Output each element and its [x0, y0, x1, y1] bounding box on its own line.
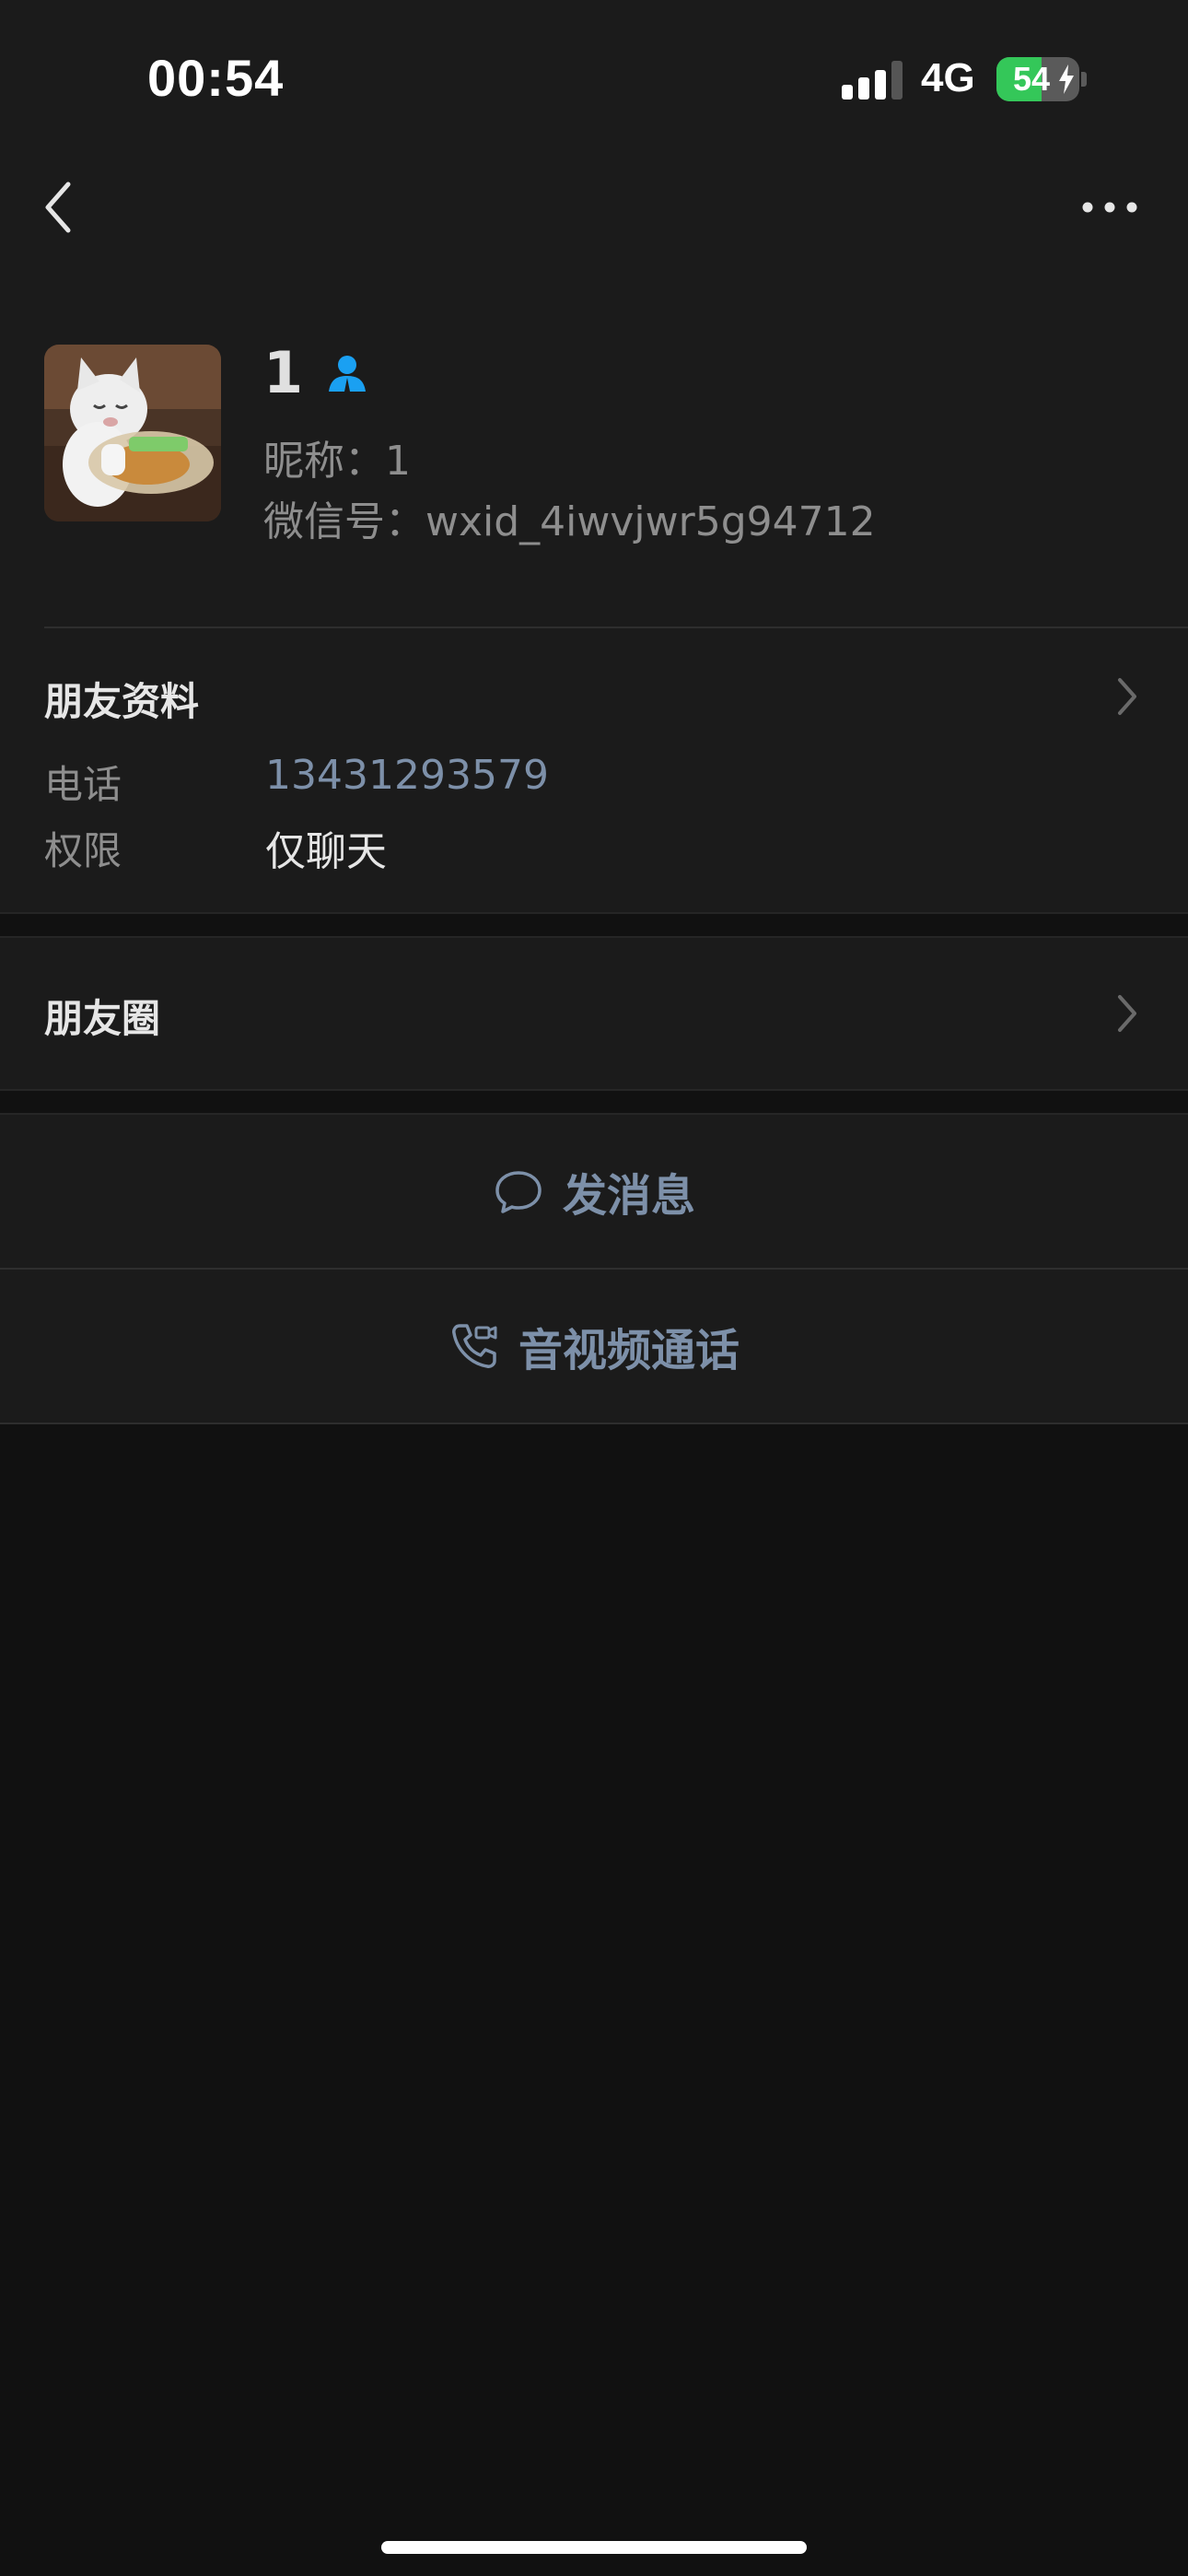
chevron-right-icon — [1118, 995, 1136, 1032]
section-gap — [0, 1089, 1188, 1115]
profile-name: 1 — [263, 339, 304, 406]
moments-row[interactable]: 朋友圈 — [0, 938, 1188, 1089]
permission-value: 仅聊天 — [265, 828, 387, 875]
phone-value[interactable]: 13431293579 — [265, 752, 549, 799]
network-type: 4G — [921, 55, 975, 100]
person-icon — [329, 355, 367, 392]
status-time: 00:54 — [147, 49, 285, 107]
profile-wechat-id: 微信号：wxid_4iwvjwr5g94712 — [263, 498, 876, 545]
more-options-button[interactable] — [1077, 184, 1142, 230]
avatar[interactable] — [44, 345, 221, 521]
chevron-right-icon — [1118, 678, 1136, 715]
avatar-image — [44, 345, 221, 521]
chevron-left-icon — [45, 181, 71, 233]
battery-nub — [1081, 72, 1087, 87]
send-message-button[interactable]: 发消息 — [0, 1115, 1188, 1268]
profile-name-row: 1 — [263, 339, 369, 406]
phone-video-icon — [452, 1324, 497, 1368]
voice-video-call-button[interactable]: 音视频通话 — [0, 1270, 1188, 1423]
battery-percent: 54 — [1012, 60, 1051, 98]
permission-label: 权限 — [44, 828, 122, 873]
charging-bolt-icon — [1059, 64, 1074, 94]
profile-nickname: 昵称：1 — [263, 438, 411, 485]
chat-bubble-icon — [495, 1171, 542, 1213]
battery-icon: 54 — [996, 57, 1079, 101]
send-message-label: 发消息 — [562, 1170, 695, 1222]
home-indicator[interactable] — [381, 2541, 807, 2554]
section-gap — [0, 912, 1188, 938]
ellipsis-icon — [1082, 202, 1137, 213]
phone-label: 电话 — [44, 762, 122, 807]
divider — [44, 626, 1188, 628]
signal-strength-icon — [842, 61, 906, 100]
voice-video-call-label: 音视频通话 — [518, 1325, 740, 1376]
divider — [0, 1423, 1188, 1424]
back-button[interactable] — [33, 175, 88, 240]
moments-title: 朋友圈 — [44, 996, 161, 1041]
friend-info-title: 朋友资料 — [44, 679, 200, 724]
